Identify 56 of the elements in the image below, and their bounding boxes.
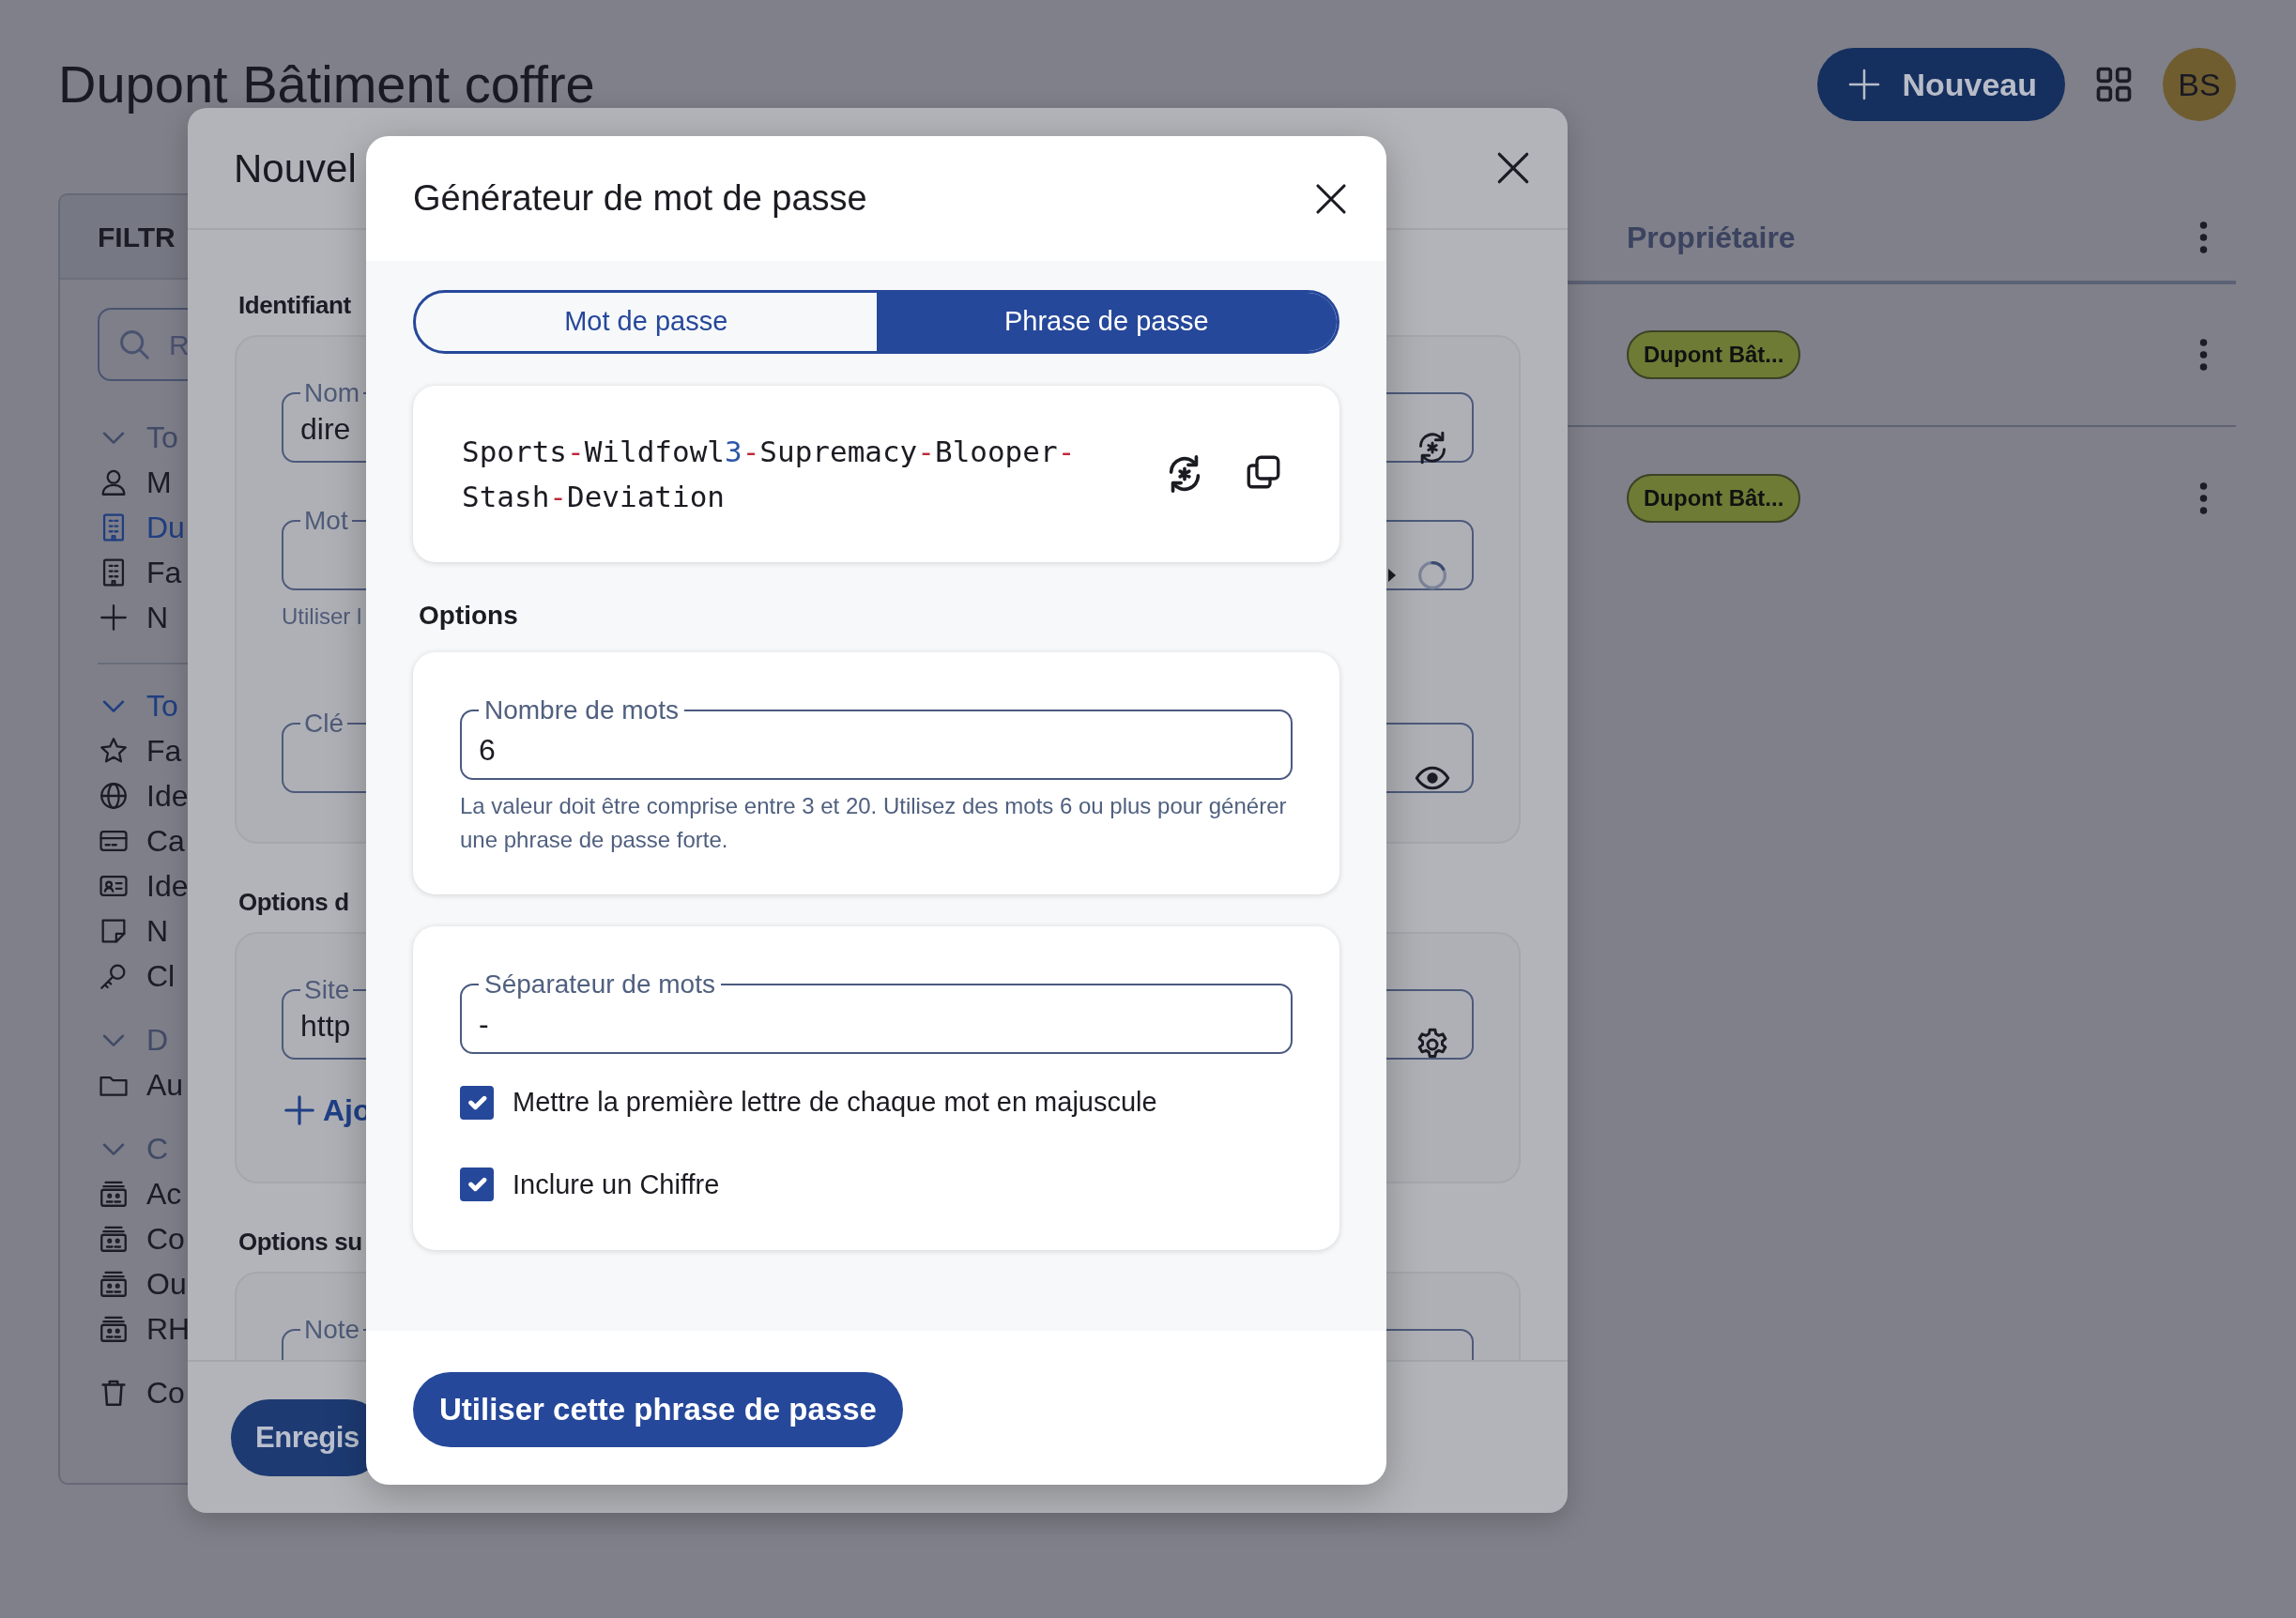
checkbox-label: Inclure un Chiffre [513,1168,720,1201]
number-field[interactable]: Nombre de mots 6 [460,697,1293,780]
help-text: Utiliser l [282,603,362,631]
owner-tag: Dupont Bât... [1627,330,1801,379]
passphrase-word: Supremacy [759,435,918,468]
owner-tag: Dupont Bât... [1627,474,1801,523]
sidebar-item[interactable]: Ac [98,1171,182,1216]
passphrase-digit: 3 [724,435,742,468]
sidebar-item[interactable]: M [98,460,172,505]
section-heading: Identifiant [238,290,351,321]
tab[interactable]: Mot de passe [416,293,877,351]
help-text: La valeur doit être comprise entre 3 et 20. Utilisez des mots 6 ou plus pour générer une phrase de passe forte. [460,792,1288,854]
passphrase-word: Deviation [567,480,725,513]
group-toggle[interactable]: D [98,1017,169,1062]
input-field[interactable]: - [479,998,1263,1050]
word-separator: - [742,435,760,468]
word-separator: - [567,435,585,468]
use-passphrase-button[interactable]: Utiliser cette phrase de passe [413,1372,903,1447]
checkbox-label: Mettre la première lettre de chaque mot en majuscule [513,1086,1157,1119]
sidebar-item[interactable]: N [98,908,169,954]
input-field[interactable]: Séparateur de mots - [460,971,1293,1054]
passphrase-word: Blooper [934,435,1058,468]
new-button[interactable]: Nouveau [1817,48,2065,121]
passphrase-word: Stash [462,480,550,513]
avatar[interactable]: BS [2163,48,2236,121]
passphrase-word: Wildfowl [584,435,725,468]
number-field[interactable]: 6 [479,724,1263,776]
section-heading: Options [419,600,519,632]
sidebar-item[interactable]: Ca [98,818,185,863]
field-label: Séparateur de mots [483,971,716,998]
sidebar-item[interactable]: Ide [98,773,189,818]
trash-item[interactable]: Co [98,1370,185,1415]
dialog-title: Nouvel [234,145,357,192]
word-separator: - [1057,435,1076,468]
group-toggle[interactable]: To [98,683,178,728]
passphrase-word: Sports [462,435,567,468]
sidebar-item[interactable]: RH [98,1306,191,1351]
tab[interactable]: Phrase de passe [876,293,1337,351]
field-label: Nombre de mots [483,697,680,724]
sidebar-item[interactable]: Au [98,1062,184,1107]
sidebar-item[interactable]: N [98,595,169,640]
word-separator: - [917,435,935,468]
sidebar-item[interactable]: Cl [98,954,176,999]
word-separator: - [549,480,567,513]
sidebar-item[interactable]: Co [98,1216,185,1261]
sidebar-item[interactable]: Ou [98,1261,187,1306]
column-header[interactable]: Propriétaire [1627,214,1796,260]
sidebar-item[interactable]: Fa [98,550,182,595]
group-toggle[interactable]: To [98,415,178,460]
section-heading: Options d [238,887,349,918]
page-title: Dupont Bâtiment coffre [58,53,595,116]
sidebar-item[interactable]: Fa [98,728,182,773]
section-heading: Options su [238,1227,362,1258]
group-toggle[interactable]: C [98,1126,169,1171]
sidebar-item[interactable]: Ide [98,863,189,908]
sidebar-item[interactable]: Du [98,505,185,550]
